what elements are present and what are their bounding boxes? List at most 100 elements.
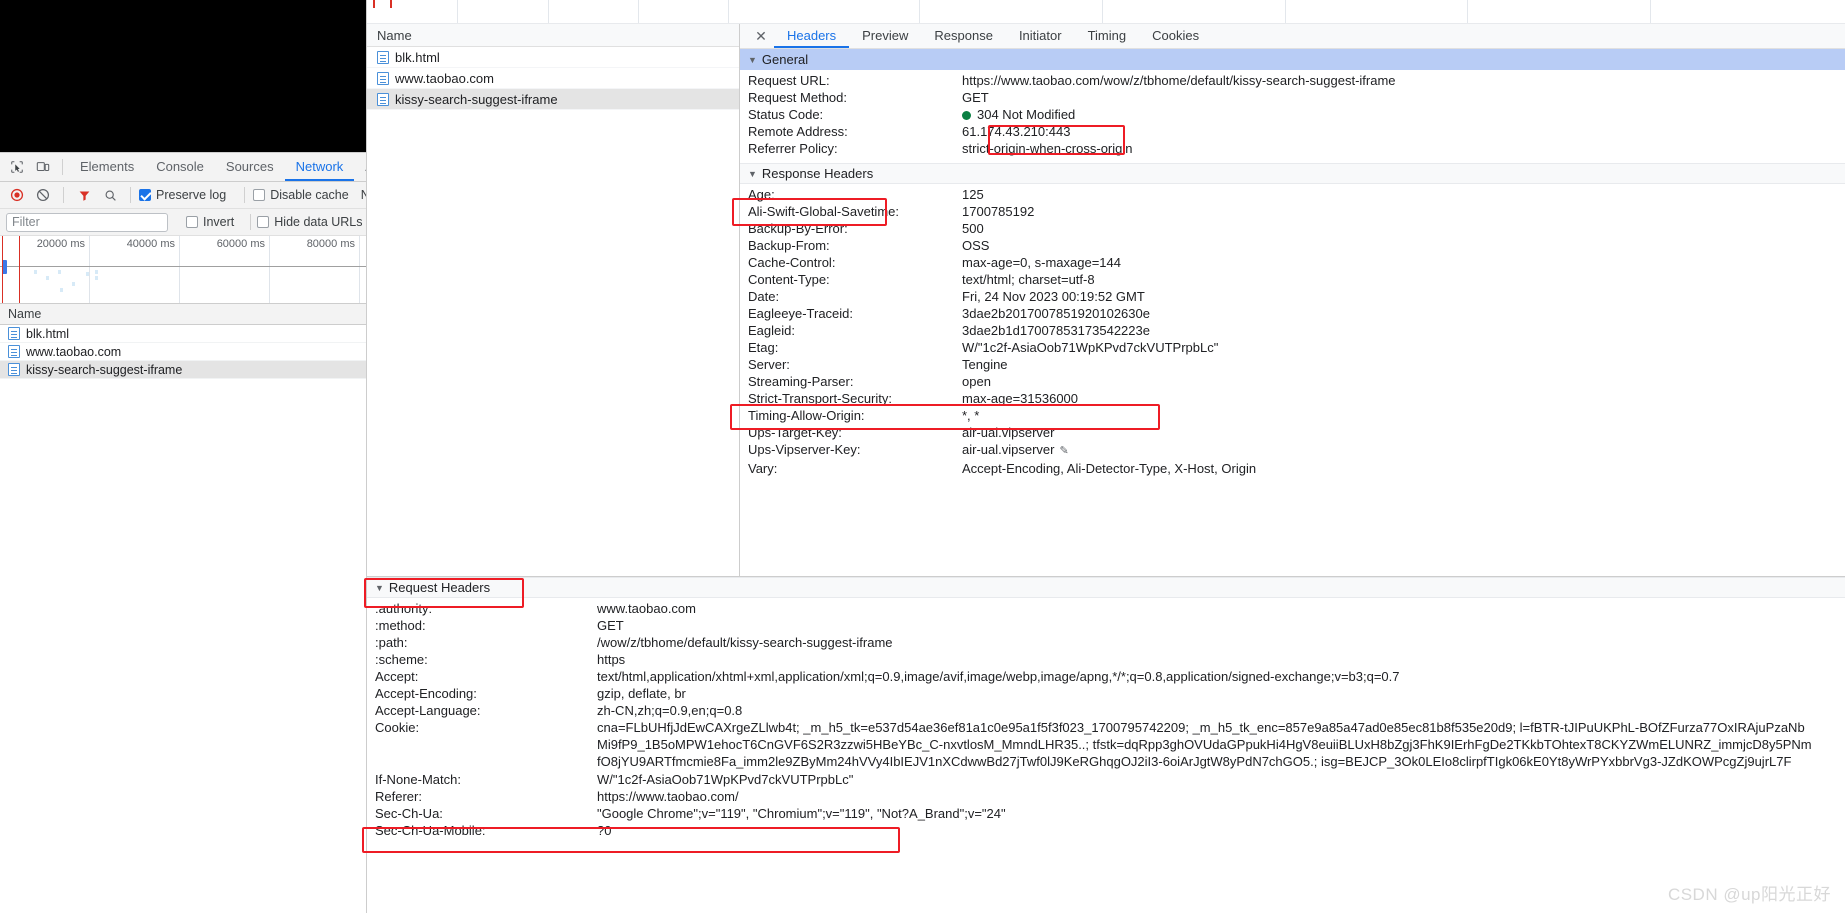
inspect-element-icon[interactable]: [4, 154, 30, 180]
tab-preview[interactable]: Preview: [849, 24, 921, 48]
header-value[interactable]: OSS: [962, 237, 989, 254]
header-row: :path: /wow/z/tbhome/default/kissy-search…: [367, 634, 1845, 651]
header-key: Referer:: [375, 788, 422, 804]
search-icon[interactable]: [98, 184, 122, 206]
header-value[interactable]: W/"1c2f-AsiaOob71WpKPvd7ckVUTPrpbLc": [597, 771, 853, 788]
header-key: Accept:: [375, 669, 419, 684]
disable-cache-checkbox[interactable]: [253, 189, 266, 201]
tab-initiator[interactable]: Initiator: [1006, 24, 1075, 48]
list-item[interactable]: www.taobao.com: [367, 68, 739, 89]
list-item[interactable]: blk.html: [367, 47, 739, 68]
header-value[interactable]: Accept-Encoding, Ali-Detector-Type, X-Ho…: [962, 460, 1256, 477]
header-value[interactable]: GET: [962, 89, 989, 106]
tab-timing[interactable]: Timing: [1075, 24, 1140, 48]
etag-row: Etag: W/"1c2f-AsiaOob71WpKPvd7ckVUTPrpbLc…: [740, 339, 1845, 356]
header-key: :path:: [375, 635, 408, 650]
request-name: www.taobao.com: [26, 344, 122, 359]
header-value[interactable]: air-ual.vipserver ✎: [962, 441, 1069, 460]
header-key: Sec-Ch-Ua:: [375, 805, 443, 821]
header-key: Request Method:: [748, 90, 848, 105]
cookie-row: Cookie: cna=FLbUHfjJdEwCAXrgeZLlwb4t; _m_…: [367, 719, 1845, 771]
tab-cookies[interactable]: Cookies: [1139, 24, 1212, 48]
filter-icon[interactable]: [72, 184, 96, 206]
devtools-tab-elements[interactable]: Elements: [69, 153, 145, 181]
detail-top-strip: [367, 0, 1845, 24]
header-value[interactable]: 500: [962, 220, 984, 237]
close-icon[interactable]: ✕: [748, 24, 774, 48]
header-value[interactable]: 3dae2b2017007851920102630e: [962, 305, 1150, 322]
header-key: Strict-Transport-Security:: [748, 391, 892, 406]
detail-list-header[interactable]: Name: [367, 24, 739, 47]
chevron-down-icon: ▼: [375, 582, 384, 593]
requests-column-name[interactable]: Name: [8, 307, 41, 321]
header-row: Request URL: https://www.taobao.com/wow/…: [740, 72, 1845, 89]
header-value[interactable]: text/html,application/xhtml+xml,applicat…: [597, 668, 1400, 685]
edit-pencil-icon[interactable]: ✎: [1059, 443, 1068, 460]
header-value[interactable]: 125: [962, 186, 984, 203]
devtools-tab-console[interactable]: Console: [145, 153, 215, 181]
record-icon[interactable]: [5, 184, 29, 206]
header-value[interactable]: Fri, 24 Nov 2023 00:19:52 GMT: [962, 288, 1145, 305]
header-value[interactable]: /wow/z/tbhome/default/kissy-search-sugge…: [597, 634, 893, 651]
header-value[interactable]: ?0: [597, 822, 611, 839]
request-headers-section-title[interactable]: ▼ Request Headers: [367, 577, 1845, 598]
general-section-title[interactable]: ▼ General: [740, 49, 1845, 70]
clear-icon[interactable]: [31, 184, 55, 206]
header-value[interactable]: 1700785192: [962, 203, 1034, 220]
list-item[interactable]: kissy-search-suggest-iframe: [367, 89, 739, 110]
invert-toggle[interactable]: Invert: [186, 215, 244, 229]
detail-request-list: Name blk.html www.taobao.com kissy-searc…: [367, 24, 740, 576]
header-value[interactable]: 61.174.43.210:443: [962, 123, 1070, 140]
header-value[interactable]: strict-origin-when-cross-origin: [962, 140, 1133, 157]
header-value[interactable]: zh-CN,zh;q=0.9,en;q=0.8: [597, 702, 742, 719]
document-icon: [377, 92, 389, 106]
header-row: Streaming-Parser: open: [740, 373, 1845, 390]
header-value[interactable]: GET: [597, 617, 624, 634]
header-value[interactable]: gzip, deflate, br: [597, 685, 686, 702]
header-value[interactable]: text/html; charset=utf-8: [962, 271, 1095, 288]
request-name: blk.html: [26, 326, 70, 341]
device-toolbar-icon[interactable]: [30, 154, 56, 180]
header-key: Remote Address:: [748, 124, 848, 139]
hide-data-urls-toggle[interactable]: Hide data URLs: [257, 215, 372, 229]
header-value[interactable]: Tengine: [962, 356, 1008, 373]
tab-response[interactable]: Response: [921, 24, 1006, 48]
response-headers-section-title[interactable]: ▼ Response Headers: [740, 163, 1845, 184]
header-row: Request Method: GET: [740, 89, 1845, 106]
disable-cache-toggle[interactable]: Disable cache: [253, 188, 359, 202]
header-value[interactable]: cna=FLbUHfjJdEwCAXrgeZLlwb4t; _m_h5_tk=e…: [597, 719, 1812, 771]
status-badge[interactable]: 304 Not Modified: [962, 106, 1075, 123]
toolbar-divider: [130, 187, 131, 203]
filter-input[interactable]: [6, 212, 168, 232]
invert-label: Invert: [203, 215, 235, 229]
preserve-log-checkbox[interactable]: [139, 189, 151, 201]
header-key: Backup-From:: [748, 238, 830, 253]
status-dot-icon: [962, 111, 971, 120]
header-value[interactable]: open: [962, 373, 991, 390]
invert-checkbox[interactable]: [186, 216, 198, 228]
header-row: Sec-Ch-Ua-Mobile: ?0: [367, 822, 1845, 839]
header-value[interactable]: https://www.taobao.com/wow/z/tbhome/defa…: [962, 72, 1396, 89]
header-key: Backup-By-Error:: [748, 221, 848, 236]
hide-data-urls-checkbox[interactable]: [257, 216, 270, 228]
header-row: Ups-Target-Key: air-ual.vipserver: [740, 424, 1845, 441]
devtools-tab-sources[interactable]: Sources: [215, 153, 285, 181]
preserve-log-toggle[interactable]: Preserve log: [139, 188, 236, 202]
request-headers-section-label: Request Headers: [388, 580, 491, 595]
header-value[interactable]: 3dae2b1d17007853173542223e: [962, 322, 1150, 339]
header-value[interactable]: max-age=0, s-maxage=144: [962, 254, 1121, 271]
devtools-tab-network[interactable]: Network: [284, 153, 355, 181]
header-value[interactable]: *, *: [962, 407, 979, 424]
tab-headers[interactable]: Headers: [774, 24, 850, 48]
header-value[interactable]: https: [597, 651, 625, 668]
header-value[interactable]: air-ual.vipserver: [962, 424, 1054, 441]
header-value[interactable]: www.taobao.com: [597, 600, 696, 617]
header-value[interactable]: W/"1c2f-AsiaOob71WpKPvd7ckVUTPrpbLc": [962, 339, 1218, 356]
header-row: Accept-Encoding: gzip, deflate, br: [367, 685, 1845, 702]
header-value[interactable]: max-age=31536000: [962, 390, 1078, 407]
header-value[interactable]: "Google Chrome";v="119", "Chromium";v="1…: [597, 805, 1006, 822]
header-key: Ups-Target-Key:: [748, 425, 842, 440]
header-row: Referrer Policy: strict-origin-when-cros…: [740, 140, 1845, 157]
header-value[interactable]: https://www.taobao.com/: [597, 788, 739, 805]
header-key: If-None-Match:: [375, 771, 461, 787]
